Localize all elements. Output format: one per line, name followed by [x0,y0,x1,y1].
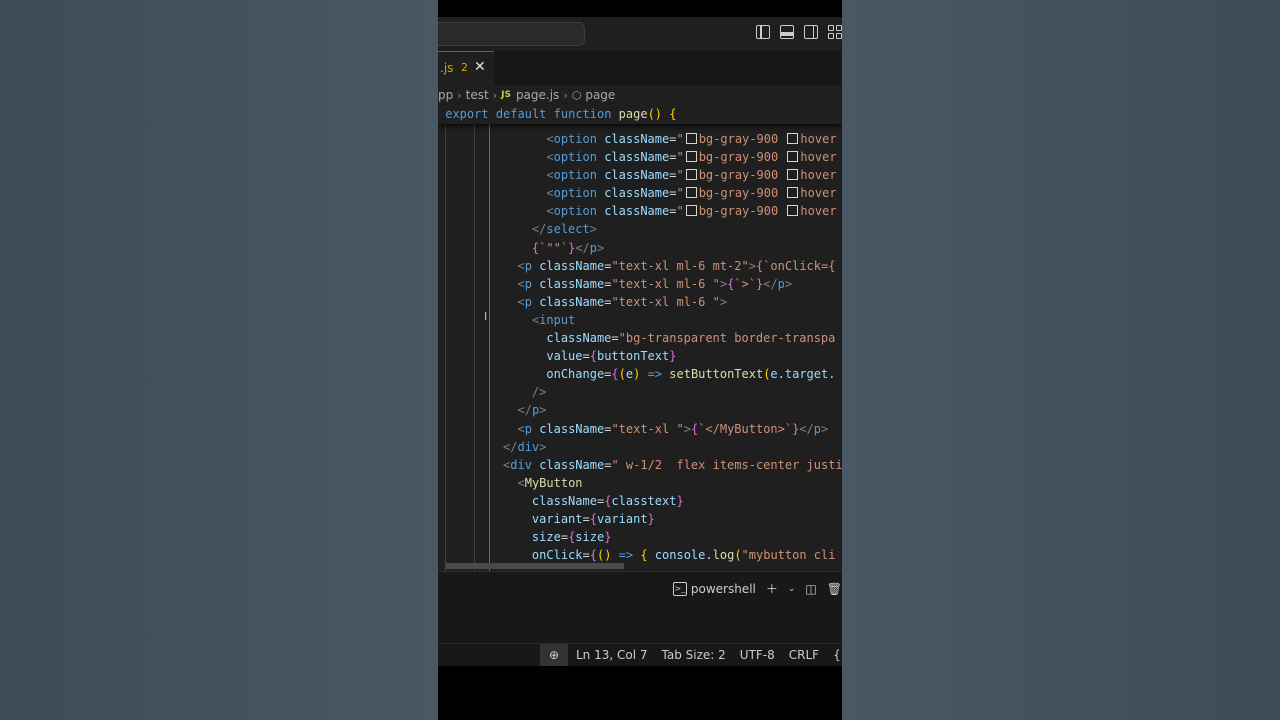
code-line: /> [531,385,547,400]
sticky-scroll-header[interactable]: export default function page() { [438,105,842,124]
code-line: <MyButton [517,475,583,490]
code-line: </select> [531,222,597,237]
code-line: onClick={() => { console.log("mybutton c… [531,548,836,563]
code-line: </div> [503,439,547,454]
editor-tab-bar: .js 2 ✕ [438,51,842,85]
tab-label: .js [440,61,454,75]
code-line: value={buttonText} [546,349,677,364]
code-line: <p className="text-xl ml-6 mt-2">{`onCli… [517,258,836,273]
code-text[interactable]: <option className=" bg-gray-900 hover <op… [438,130,842,564]
code-line: <p className="text-xl ml-6 ">{`>`}</p> [517,276,793,291]
code-editor[interactable]: <option className=" bg-gray-900 hover <op… [438,124,842,571]
status-encoding[interactable]: UTF-8 [740,648,775,662]
breadcrumb-file[interactable]: page.js [516,88,559,102]
close-tab-icon[interactable]: ✕ [474,59,486,75]
trash-icon[interactable]: 🗑 [827,582,842,596]
chevron-right-icon: › [563,88,568,102]
toggle-secondary-sidebar-icon[interactable] [804,25,818,39]
editor-window: .js 2 ✕ pp › test › JS page.js › ⬡ page … [438,0,842,720]
breadcrumb-root[interactable]: pp [438,88,453,102]
status-bar-items: ⊕ Ln 13, Col 7 Tab Size: 2 UTF-8 CRLF { … [540,644,842,666]
mouse-ibeam-cursor-icon: I [484,310,488,323]
code-line: </p> [517,403,547,418]
symbol-method-icon: ⬡ [571,88,582,102]
toggle-primary-sidebar-icon[interactable] [756,25,770,39]
background-right [842,0,1280,720]
status-bar: ⊕ Ln 13, Col 7 Tab Size: 2 UTF-8 CRLF { … [438,643,842,666]
terminal-shell-name: powershell [690,581,756,596]
code-line: <option className=" bg-gray-900 hover [546,168,837,183]
code-line: <option className=" bg-gray-900 hover [546,204,837,219]
tab-problem-count: 2 [461,61,468,74]
code-line: onChange={(e) => setButtonText(e.target. [546,367,836,382]
chevron-right-icon: › [457,88,462,102]
tab-page-js[interactable]: .js 2 ✕ [438,51,494,85]
code-line: <option className=" bg-gray-900 hover [546,150,837,165]
code-line: <option className=" bg-gray-900 hover [546,132,837,146]
javascript-file-icon: JS [501,90,511,100]
split-terminal-icon[interactable]: ◫ [805,582,816,596]
code-line: <p className="text-xl ml-6 "> [517,294,728,309]
chevron-down-icon[interactable]: ⌄ [788,584,796,594]
code-line: variant={variant} [531,511,655,526]
terminal-panel[interactable]: >_ powershell ＋ ⌄ ◫ 🗑 [438,571,842,644]
new-terminal-plus-icon[interactable]: ＋ [766,580,778,597]
toggle-panel-icon[interactable] [780,25,794,39]
breadcrumb: pp › test › JS page.js › ⬡ page [438,85,842,105]
code-line: <p className="text-xl ">{`</MyButton>`}<… [517,421,829,436]
zoom-search-icon[interactable]: ⊕ [540,644,568,666]
code-line: className="bg-transparent border-transpa [546,331,836,346]
breadcrumb-symbol[interactable]: page [585,88,615,102]
terminal-icon: >_ [672,581,687,596]
chevron-right-icon: › [492,88,498,102]
background-left [0,0,438,720]
command-center-search[interactable] [438,22,585,46]
code-line: <input [531,312,576,327]
layout-controls [756,25,842,39]
code-line: size={size} [531,530,612,545]
horizontal-scrollbar[interactable] [446,563,624,569]
status-cursor-position[interactable]: Ln 13, Col 7 [576,648,648,662]
code-line: {`""`}</p> [531,240,605,255]
breadcrumb-folder[interactable]: test [466,88,489,102]
status-language[interactable]: { } JavaS [833,648,842,662]
status-eol[interactable]: CRLF [789,648,819,662]
code-line: <option className=" bg-gray-900 hover [546,186,837,201]
title-bar [438,17,842,51]
terminal-toolbar: >_ powershell ＋ ⌄ ◫ 🗑 [672,580,842,597]
terminal-shell-selector[interactable]: >_ powershell [672,581,756,596]
status-tab-size[interactable]: Tab Size: 2 [662,648,726,662]
code-line: <div className=" w-1/2 flex items-center… [503,457,842,472]
code-line: className={classtext} [531,493,684,508]
customize-layout-icon[interactable] [828,25,842,39]
